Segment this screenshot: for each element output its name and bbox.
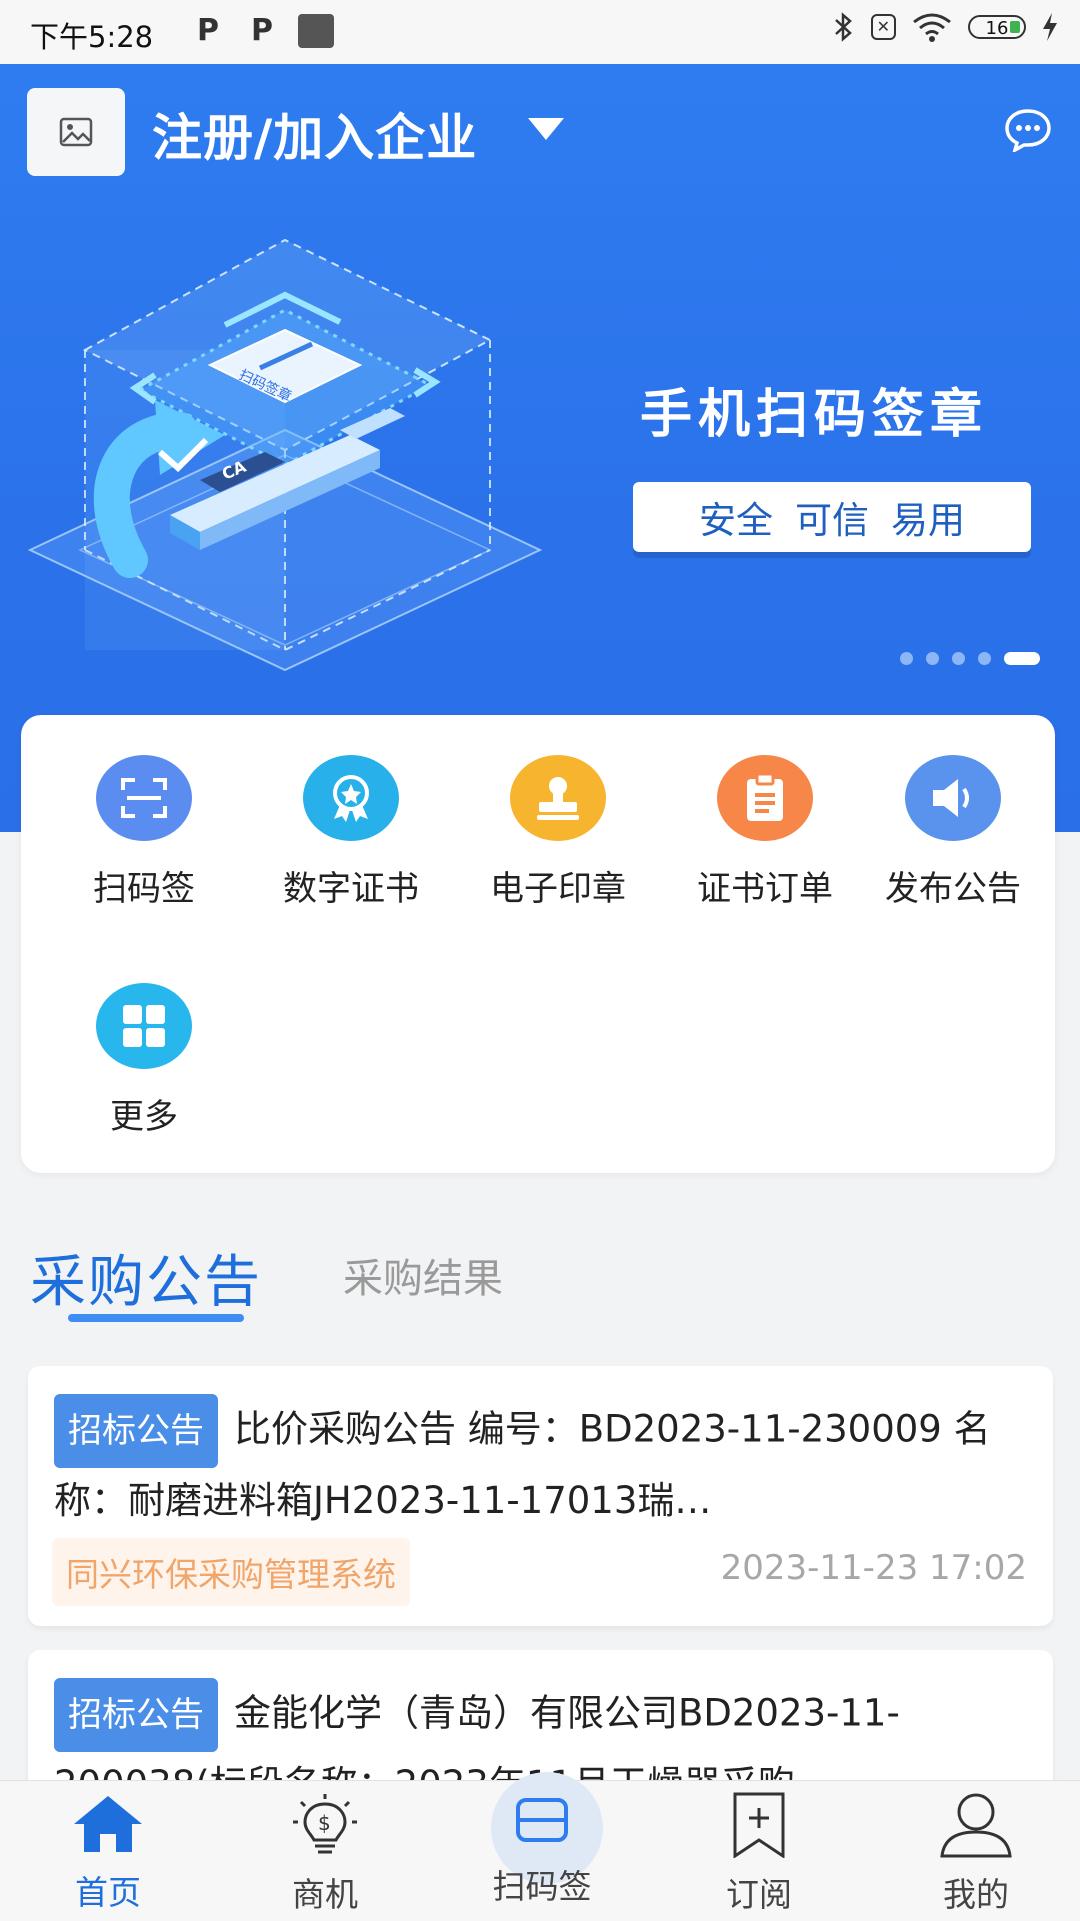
scan-frame-icon <box>96 755 192 841</box>
feature-label: 发布公告 <box>885 869 1021 909</box>
feature-label: 数字证书 <box>283 869 419 909</box>
nav-mine[interactable]: 我的 <box>896 1792 1056 1916</box>
battery-indicator: 16 <box>968 15 1026 39</box>
home-icon <box>74 1796 142 1852</box>
scan-frame-icon <box>516 1798 568 1842</box>
banner-tags: 安全 可信 易用 <box>633 482 1031 552</box>
lightbulb-dollar-icon: $ <box>293 1794 357 1854</box>
app-notification-icon: P <box>197 13 219 48</box>
user-icon <box>940 1793 1012 1858</box>
tab-procurement-result[interactable]: 采购结果 <box>343 1246 503 1304</box>
carousel-dot[interactable] <box>900 652 913 665</box>
notice-time: 2023-11-23 17:02 <box>720 1548 1027 1588</box>
notice-card[interactable]: 招标公告 比价采购公告 编号：BD2023-11-230009 名称：耐磨进料箱J… <box>28 1366 1053 1626</box>
stamp-icon <box>510 755 606 841</box>
bookmark-plus-icon <box>733 1792 785 1859</box>
feature-e-seal[interactable]: 电子印章 <box>458 755 658 910</box>
feature-label: 电子印章 <box>490 869 626 909</box>
feature-label: 证书订单 <box>697 869 833 909</box>
bluetooth-icon <box>834 12 852 42</box>
feature-more[interactable]: 更多 <box>44 983 244 1138</box>
banner-tag: 易用 <box>891 499 965 542</box>
banner-headline: 手机扫码签章 <box>640 385 989 445</box>
sim-off-icon: ✕ <box>870 14 896 40</box>
nav-scan-sign[interactable]: 扫码签 <box>462 1790 622 1908</box>
feature-publish-notice[interactable]: 发布公告 <box>853 755 1053 910</box>
mi-app-icon <box>298 14 334 48</box>
nav-subscribe[interactable]: 订阅 <box>679 1792 839 1916</box>
certificate-badge-icon <box>303 755 399 841</box>
active-tab-indicator <box>68 1314 244 1322</box>
carousel-dot-active[interactable] <box>1004 652 1040 665</box>
notice-title: 招标公告 比价采购公告 编号：BD2023-11-230009 名称：耐磨进料箱J… <box>54 1394 1034 1526</box>
nav-home[interactable]: 首页 <box>28 1792 188 1914</box>
org-avatar[interactable] <box>27 88 125 176</box>
wifi-icon <box>913 13 951 42</box>
feature-scan-sign[interactable]: 扫码签 <box>44 755 244 910</box>
feature-label: 更多 <box>110 1097 178 1137</box>
feature-cert-order[interactable]: 证书订单 <box>665 755 865 910</box>
status-bar: 下午5:28 P P ✕ 16 <box>0 0 1080 64</box>
speaker-icon <box>905 755 1001 841</box>
notice-tag: 招标公告 <box>54 1678 218 1752</box>
nav-label: 扫码签 <box>492 1867 592 1906</box>
nav-label: 订阅 <box>726 1875 792 1914</box>
carousel-dot[interactable] <box>926 652 939 665</box>
feature-label: 扫码签 <box>93 869 195 909</box>
tab-procurement-notice[interactable]: 采购公告 <box>30 1237 262 1318</box>
image-icon <box>59 117 93 147</box>
org-switcher[interactable]: 注册/加入企业 <box>152 98 477 170</box>
chat-bubble-icon[interactable] <box>1004 108 1052 152</box>
status-time: 下午5:28 <box>30 20 154 54</box>
banner-tag: 安全 <box>699 499 773 542</box>
svg-text:$: $ <box>318 1811 331 1835</box>
grid-icon <box>96 983 192 1069</box>
nav-label: 首页 <box>75 1873 141 1912</box>
nav-business[interactable]: $ 商机 <box>245 1792 405 1916</box>
feature-grid: 扫码签 数字证书 电子印章 证书订单 发布公告 更多 <box>21 715 1055 1173</box>
feature-digital-cert[interactable]: 数字证书 <box>251 755 451 910</box>
clipboard-icon <box>717 755 813 841</box>
carousel-indicator[interactable] <box>900 652 1040 665</box>
notice-source: 同兴环保采购管理系统 <box>52 1538 410 1606</box>
banner-tag: 可信 <box>795 499 869 542</box>
notice-tag: 招标公告 <box>54 1394 218 1468</box>
charging-icon <box>1043 13 1057 41</box>
banner-illustration: 扫码签章 CA <box>27 238 543 672</box>
carousel-dot[interactable] <box>952 652 965 665</box>
nav-label: 我的 <box>943 1875 1009 1914</box>
app-notification-icon: P <box>251 13 273 48</box>
nav-label: 商机 <box>292 1875 358 1914</box>
carousel-dot[interactable] <box>978 652 991 665</box>
dropdown-caret-icon[interactable] <box>528 118 564 140</box>
